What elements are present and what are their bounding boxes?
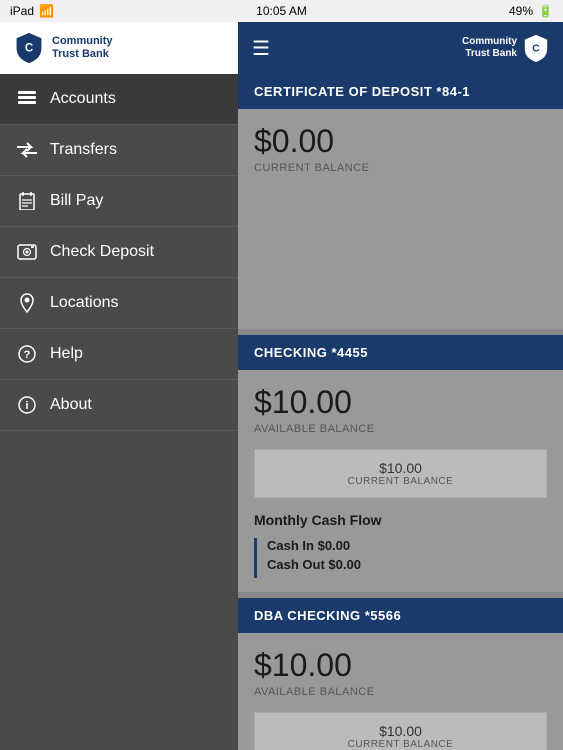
sidebar-item-billpay[interactable]: Bill Pay xyxy=(0,176,238,227)
billpay-icon xyxy=(16,190,38,212)
hamburger-icon[interactable]: ☰ xyxy=(252,36,270,61)
sidebar-logo: C Community Trust Bank xyxy=(0,22,238,74)
current-balance-amount: $10.00 xyxy=(269,723,532,739)
account-card-cd[interactable]: CERTIFICATE OF DEPOSIT *84-1 $0.00 CURRE… xyxy=(238,74,563,329)
account-card-checking[interactable]: CHECKING *4455 $10.00 AVAILABLE BALANCE … xyxy=(238,335,563,592)
sidebar-item-accounts[interactable]: Accounts xyxy=(0,74,238,125)
help-icon: ? xyxy=(16,343,38,365)
cash-flow-bar xyxy=(254,538,257,578)
account-header: DBA CHECKING *5566 xyxy=(238,598,563,633)
about-icon: i xyxy=(16,394,38,416)
sidebar-item-about[interactable]: i About xyxy=(0,380,238,431)
balance-amount: $10.00 xyxy=(254,384,547,421)
monthly-cash-flow: Monthly Cash Flow Cash In $0.00 Cash Out… xyxy=(254,512,547,578)
sidebar: C Community Trust Bank Accounts xyxy=(0,22,238,750)
right-panel: ☰ Community Trust Bank C CERTIFICATE OF … xyxy=(238,22,563,750)
top-bar: ☰ Community Trust Bank C xyxy=(238,22,563,74)
sidebar-nav: Accounts Transfers xyxy=(0,74,238,750)
logo-shield-icon: C xyxy=(14,32,44,64)
topbar-logo: Community Trust Bank C xyxy=(462,34,549,62)
sidebar-item-locations[interactable]: Locations xyxy=(0,278,238,329)
topbar-logo-text: Community Trust Bank xyxy=(462,36,517,60)
sidebar-logo-text: Community Trust Bank xyxy=(52,35,113,61)
svg-text:C: C xyxy=(532,44,540,55)
checkdeposit-icon xyxy=(16,241,38,263)
sidebar-item-label: Help xyxy=(50,345,83,363)
sidebar-item-label: Bill Pay xyxy=(50,192,103,210)
current-balance-label: CURRENT BALANCE xyxy=(269,476,532,487)
topbar-shield-icon: C xyxy=(523,34,549,62)
locations-icon xyxy=(16,292,38,314)
battery-icon: 🔋 xyxy=(538,4,553,18)
balance-label: CURRENT BALANCE xyxy=(254,162,547,174)
svg-text:i: i xyxy=(25,400,28,412)
transfers-icon xyxy=(16,139,38,161)
current-balance-label: CURRENT BALANCE xyxy=(269,739,532,750)
cash-in-item: Cash In $0.00 xyxy=(267,538,361,553)
svg-text:?: ? xyxy=(24,349,31,361)
current-balance-amount: $10.00 xyxy=(269,460,532,476)
wifi-icon: 📶 xyxy=(39,4,54,18)
sidebar-item-help[interactable]: ? Help xyxy=(0,329,238,380)
status-bar: iPad 📶 10:05 AM 49% 🔋 xyxy=(0,0,563,22)
monthly-cash-flow-title: Monthly Cash Flow xyxy=(254,512,547,528)
balance-label: AVAILABLE BALANCE xyxy=(254,423,547,435)
sidebar-item-label: Locations xyxy=(50,294,119,312)
account-header: CHECKING *4455 xyxy=(238,335,563,370)
current-balance-box: $10.00 CURRENT BALANCE xyxy=(254,712,547,750)
battery-label: 49% xyxy=(509,4,533,18)
time-display: 10:05 AM xyxy=(256,4,307,18)
device-label: iPad xyxy=(10,4,34,18)
account-body: $10.00 AVAILABLE BALANCE $10.00 CURRENT … xyxy=(238,633,563,750)
cash-out-item: Cash Out $0.00 xyxy=(267,557,361,572)
sidebar-item-label: Accounts xyxy=(50,90,116,108)
balance-amount: $0.00 xyxy=(254,123,547,160)
sidebar-item-checkdeposit[interactable]: Check Deposit xyxy=(0,227,238,278)
account-body: $10.00 AVAILABLE BALANCE $10.00 CURRENT … xyxy=(238,370,563,592)
balance-label: AVAILABLE BALANCE xyxy=(254,686,547,698)
accounts-content: CERTIFICATE OF DEPOSIT *84-1 $0.00 CURRE… xyxy=(238,74,563,750)
accounts-icon xyxy=(16,88,38,110)
account-body-cd: $0.00 CURRENT BALANCE xyxy=(238,109,563,329)
svg-text:C: C xyxy=(25,43,34,55)
sidebar-item-label: About xyxy=(50,396,92,414)
sidebar-item-label: Check Deposit xyxy=(50,243,154,261)
account-card-dba[interactable]: DBA CHECKING *5566 $10.00 AVAILABLE BALA… xyxy=(238,598,563,750)
sidebar-item-transfers[interactable]: Transfers xyxy=(0,125,238,176)
account-header: CERTIFICATE OF DEPOSIT *84-1 xyxy=(238,74,563,109)
sidebar-item-label: Transfers xyxy=(50,141,117,159)
balance-amount: $10.00 xyxy=(254,647,547,684)
current-balance-box: $10.00 CURRENT BALANCE xyxy=(254,449,547,498)
